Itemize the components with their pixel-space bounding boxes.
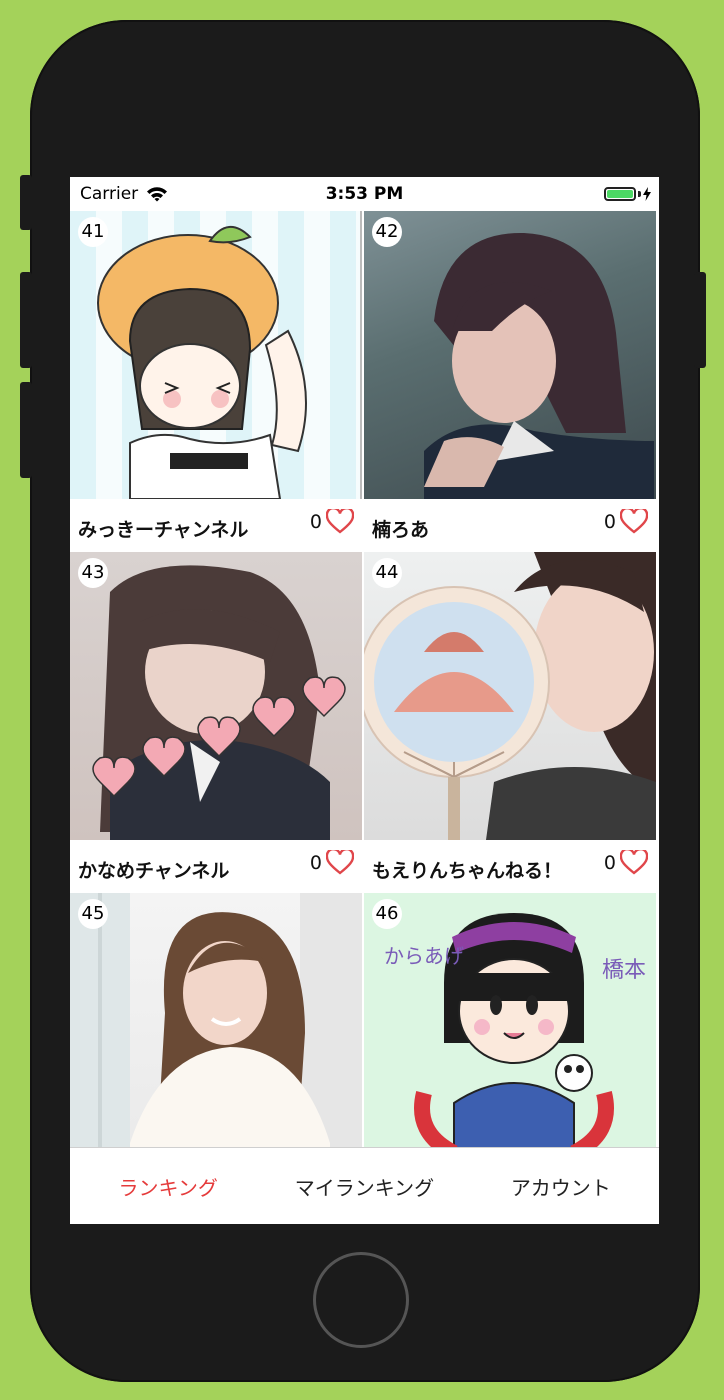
- channel-card[interactable]: 41 みっきーチャンネル 0: [70, 211, 362, 553]
- like-control[interactable]: 0: [310, 850, 354, 875]
- heart-icon[interactable]: [620, 850, 648, 875]
- ranking-grid[interactable]: 41 みっきーチャンネル 0 42 楠ろあ 0 43 かなめチャンネル 0 44…: [70, 211, 659, 1147]
- tab-ranking[interactable]: ランキング: [70, 1148, 266, 1224]
- tab-my-ranking[interactable]: マイランキング: [266, 1148, 462, 1224]
- channel-card[interactable]: 44 もえりんちゃんねる！ 0: [364, 552, 656, 894]
- channel-name: 楠ろあ: [372, 519, 430, 541]
- illustration-image: [97, 211, 362, 499]
- card-caption: もえりんちゃんねる！ 0: [364, 840, 656, 894]
- rank-badge: 42: [372, 217, 402, 247]
- card-caption: 楠ろあ 0: [364, 499, 656, 553]
- battery-icon: [604, 187, 636, 201]
- like-count: 0: [309, 851, 322, 874]
- tab-account[interactable]: アカウント: [463, 1148, 659, 1224]
- channel-card[interactable]: 45: [70, 893, 362, 1147]
- channel-thumbnail[interactable]: からあげ 橋本 46: [364, 893, 656, 1147]
- volume-up-button: [20, 272, 32, 368]
- channel-card[interactable]: 42 楠ろあ 0: [364, 211, 656, 553]
- like-control[interactable]: 0: [604, 509, 648, 534]
- channel-card[interactable]: 43 かなめチャンネル 0: [70, 552, 362, 894]
- card-caption: かなめチャンネル 0: [70, 840, 362, 894]
- clock: 3:53 PM: [325, 184, 404, 204]
- channel-name: もえりんちゃんねる！: [372, 860, 563, 882]
- tab-bar: ランキング マイランキング アカウント: [70, 1147, 659, 1224]
- channel-name: かなめチャンネル: [78, 860, 230, 882]
- card-caption: みっきーチャンネル 0: [70, 499, 362, 553]
- rank-badge: 43: [78, 558, 108, 588]
- channel-thumbnail[interactable]: 45: [70, 893, 362, 1147]
- home-button[interactable]: [313, 1252, 409, 1348]
- channel-thumbnail[interactable]: 41: [70, 211, 362, 499]
- heart-icon[interactable]: [326, 509, 354, 534]
- photo-image: [364, 552, 656, 840]
- photo-image: [92, 565, 346, 840]
- like-count: 0: [603, 510, 616, 533]
- rank-badge: 46: [372, 899, 402, 929]
- illustration-image: からあげ 橋本: [384, 913, 646, 1147]
- volume-down-button: [20, 382, 32, 478]
- heart-icon[interactable]: [326, 850, 354, 875]
- heart-icon[interactable]: [620, 509, 648, 534]
- rank-badge: 44: [372, 558, 402, 588]
- like-control[interactable]: 0: [604, 850, 648, 875]
- channel-card[interactable]: からあげ 橋本 46: [364, 893, 656, 1147]
- rank-badge: 41: [78, 217, 108, 247]
- like-count: 0: [309, 510, 322, 533]
- channel-thumbnail[interactable]: 42: [364, 211, 656, 499]
- mute-switch: [20, 175, 32, 230]
- like-count: 0: [603, 851, 616, 874]
- channel-thumbnail[interactable]: 43: [70, 552, 362, 840]
- power-button: [694, 272, 706, 368]
- like-control[interactable]: 0: [310, 509, 354, 534]
- app-screen: Carrier 3:53 PM 41 みっきーチャンネル 0 42 楠ろあ 0 …: [70, 177, 659, 1224]
- status-bar: Carrier 3:53 PM: [70, 177, 659, 211]
- photo-image: [70, 893, 362, 1147]
- svg-text:からあげ: からあげ: [384, 944, 464, 968]
- channel-name: みっきーチャンネル: [78, 519, 249, 541]
- photo-image: [424, 232, 654, 499]
- svg-text:橋本: 橋本: [602, 958, 646, 983]
- channel-thumbnail[interactable]: 44: [364, 552, 656, 840]
- rank-badge: 45: [78, 899, 108, 929]
